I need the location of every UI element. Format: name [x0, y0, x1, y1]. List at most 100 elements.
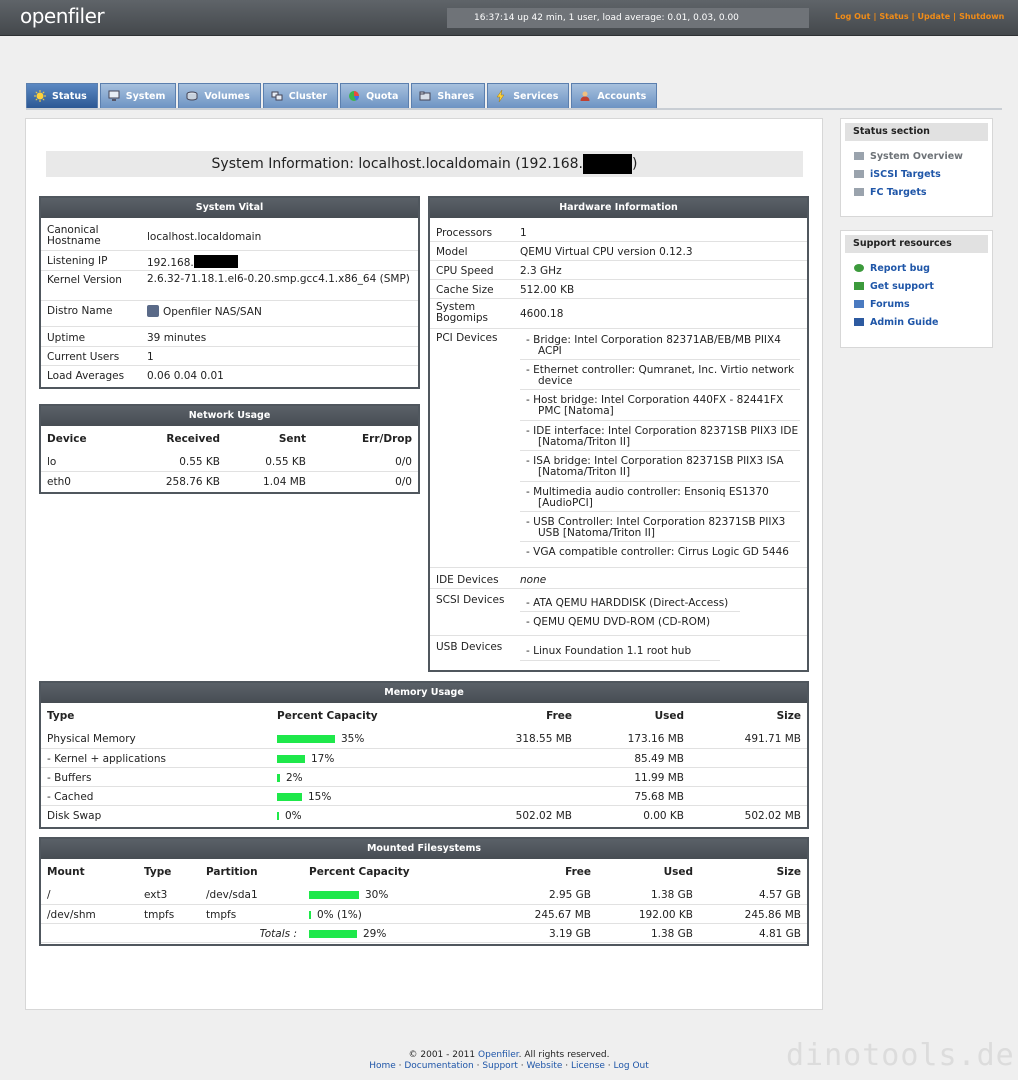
tab-system[interactable]: System	[99, 83, 177, 108]
net-cell: 258.76 KB	[165, 475, 220, 488]
net-cell: 1.04 MB	[263, 475, 306, 488]
scsi-device-list: - ATA QEMU HARDDISK (Direct-Access) - QE…	[520, 593, 740, 631]
col-header: Free	[546, 710, 572, 722]
net-cell: eth0	[47, 475, 71, 488]
sidebar-item-get-support[interactable]: Get support	[841, 277, 992, 295]
scsi-device: - QEMU QEMU DVD-ROM (CD-ROM)	[526, 616, 711, 628]
hw-value: QEMU Virtual CPU version 0.12.3	[514, 241, 807, 261]
tab-label: Shares	[437, 90, 475, 102]
footer-license-link[interactable]: License	[571, 1061, 605, 1071]
hw-key: Model	[430, 241, 514, 261]
lightning-icon	[495, 89, 507, 103]
redacted-block	[583, 154, 632, 174]
col-header: Received	[166, 433, 220, 445]
col-header: Type	[47, 710, 75, 722]
openfiler-link[interactable]: Openfiler	[478, 1050, 519, 1060]
tab-label: Volumes	[204, 90, 250, 102]
folder-icon	[419, 90, 431, 102]
footer-website-link[interactable]: Website	[527, 1061, 563, 1071]
cluster-icon	[271, 90, 283, 102]
tab-volumes[interactable]: Volumes	[178, 83, 261, 108]
usage-bar	[277, 735, 335, 743]
totals-label: Totals :	[41, 923, 303, 943]
network-usage-panel: Network Usage Device Received Sent Err/D…	[39, 404, 420, 494]
tab-shares[interactable]: Shares	[411, 83, 486, 108]
mounted-filesystems-panel: Mounted Filesystems Mount Type Partition…	[39, 837, 809, 946]
status-link[interactable]: Status	[879, 12, 908, 21]
users-icon	[579, 90, 591, 102]
shutdown-link[interactable]: Shutdown	[959, 12, 1004, 21]
col-header: Type	[144, 866, 172, 878]
panel-header: Mounted Filesystems	[41, 839, 807, 859]
watermark: dinotools.de	[786, 1038, 1015, 1073]
col-header: Partition	[206, 866, 258, 878]
tab-status[interactable]: Status	[26, 83, 98, 108]
scsi-device: - ATA QEMU HARDDISK (Direct-Access)	[520, 593, 740, 612]
footer-support-link[interactable]: Support	[482, 1061, 518, 1071]
tab-services[interactable]: Services	[487, 83, 570, 108]
net-cell: 0.55 KB	[226, 452, 312, 472]
vital-key: Listening IP	[41, 250, 141, 271]
vital-value: Openfiler NAS/SAN	[141, 300, 418, 327]
vital-value: 39 minutes	[141, 326, 418, 347]
col-header: Sent	[278, 433, 306, 445]
footer-home-link[interactable]: Home	[369, 1061, 396, 1071]
panel-header: Memory Usage	[41, 683, 807, 703]
openfiler-logo[interactable]: openfiler	[20, 4, 105, 28]
tab-label: Cluster	[288, 90, 328, 102]
tab-label: Accounts	[597, 90, 647, 102]
tab-cluster[interactable]: Cluster	[262, 83, 339, 108]
hardware-info-panel: Hardware Information Processors 1 Model QE…	[428, 196, 809, 672]
pci-device: - Multimedia audio controller: Ensoniq E…	[520, 482, 800, 512]
pie-icon	[348, 90, 360, 102]
sidebar-item-fc-targets[interactable]: FC Targets	[841, 183, 992, 201]
sidebar-item-admin-guide[interactable]: Admin Guide	[841, 313, 992, 331]
filesystem-row: /dev/shm tmpfs tmpfs 0% (1%) 245.67 MB 1…	[41, 904, 807, 924]
logout-link[interactable]: Log Out	[835, 12, 870, 21]
tab-quota[interactable]: Quota	[340, 83, 410, 108]
update-link[interactable]: Update	[918, 12, 951, 21]
net-cell: 0.55 KB	[121, 452, 226, 472]
divider	[430, 588, 807, 589]
hw-key: System Bogomips	[430, 298, 514, 329]
vital-key: Uptime	[41, 326, 141, 347]
memory-row: - Buffers 2% 11.99 MB	[41, 767, 807, 787]
status-section-panel: Status section System Overview iSCSI Tar…	[840, 118, 993, 217]
filesystems-table: Mount Type Partition Percent Capacity Fr…	[41, 866, 807, 943]
tab-label: System	[125, 90, 166, 102]
sidebar-item-report-bug[interactable]: Report bug	[841, 259, 992, 277]
pci-device-list: - Bridge: Intel Corporation 82371AB/EB/M…	[520, 330, 800, 562]
pci-device: - ISA bridge: Intel Corporation 82371SB …	[520, 451, 800, 482]
vital-key: Load Averages	[47, 369, 125, 382]
hw-value: 2.3 GHz	[514, 260, 807, 280]
redacted-block	[193, 254, 238, 268]
sidebar-item-forums[interactable]: Forums	[841, 295, 992, 313]
usage-bar	[309, 929, 357, 938]
col-header: Mount	[47, 866, 85, 878]
footer-logout-link[interactable]: Log Out	[614, 1061, 649, 1071]
footer-documentation-link[interactable]: Documentation	[404, 1061, 473, 1071]
net-cell: 0/0	[395, 475, 412, 488]
col-header: Size	[776, 710, 801, 722]
memory-row: - Cached 15% 75.68 MB	[41, 786, 807, 806]
pci-label: PCI Devices	[436, 332, 498, 344]
totals-row: Totals : 29% 3.19 GB 1.38 GB 4.81 GB	[41, 923, 807, 943]
page-icon	[854, 152, 864, 160]
tab-accounts[interactable]: Accounts	[571, 83, 658, 108]
col-header: Free	[565, 866, 591, 878]
usage-bar	[277, 754, 305, 763]
hw-key: CPU Speed	[430, 260, 514, 280]
col-header: Percent Capacity	[277, 710, 378, 722]
sidebar-item-system-overview[interactable]: System Overview	[841, 147, 992, 165]
usage-bar	[277, 792, 302, 801]
col-header: Device	[47, 433, 87, 445]
vital-key: Distro Name	[41, 300, 141, 327]
top-bar: openfiler 16:37:14 up 42 min, 1 user, lo…	[0, 0, 1018, 36]
tab-underline	[26, 108, 1002, 110]
monitor-icon	[108, 90, 120, 102]
usage-bar	[309, 910, 311, 919]
panel-header: Network Usage	[41, 406, 418, 426]
usage-bar	[277, 811, 279, 820]
sidebar-item-iscsi-targets[interactable]: iSCSI Targets	[841, 165, 992, 183]
memory-row: Physical Memory 35% 318.55 MB 173.16 MB …	[41, 729, 807, 749]
